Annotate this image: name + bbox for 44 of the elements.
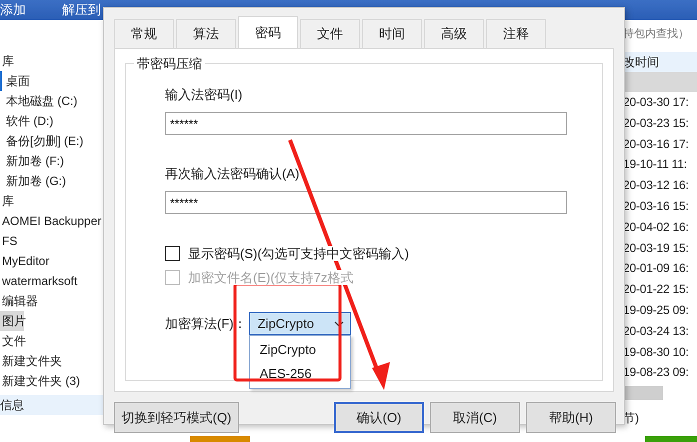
table-cell-text: 20-03-16 17: xyxy=(623,136,690,153)
checkbox-label: 显示密码(S)(勾选可支持中文密码输入) xyxy=(188,246,409,260)
table-cell-text: 20-03-24 13: xyxy=(623,322,690,340)
table-cell-text: 20-03-12 16: xyxy=(623,177,690,194)
chevron-down-icon xyxy=(334,320,344,326)
dropdown-option[interactable]: ZipCrypto xyxy=(250,338,350,362)
table-cell-text: 19-08-23 09: xyxy=(623,364,690,382)
table-cell-text: 20-03-16 15: xyxy=(623,198,690,215)
table-cell-text: 20-03-30 17: xyxy=(623,94,690,111)
checkbox[interactable] xyxy=(165,246,180,260)
table-cell-text: 20-01-09 16: xyxy=(623,260,690,278)
taskbar-indicator xyxy=(190,436,250,442)
group-title: 带密码压缩 xyxy=(134,55,205,73)
password-field[interactable]: ****** xyxy=(165,112,567,135)
table-cell-text: 20-03-23 15: xyxy=(623,114,690,132)
table-cell-text: 19-10-11 11: xyxy=(623,156,688,174)
table-cell-text: 20-01-22 15: xyxy=(623,281,690,298)
password-field[interactable]: ****** xyxy=(165,191,567,214)
tree-item[interactable]: 图片 xyxy=(0,311,24,331)
field-label: 加密算法(F)： xyxy=(165,314,247,332)
dialog-button[interactable]: 切换到轻巧模式(Q) xyxy=(114,402,239,433)
table-cell-text: 20-03-19 15: xyxy=(623,240,690,257)
dialog-button[interactable]: 确认(O) xyxy=(334,402,424,433)
dialog-button[interactable]: 取消(C) xyxy=(430,402,520,433)
toolbar-button[interactable]: 解压到 xyxy=(62,1,105,19)
dropdown[interactable]: ZipCrypto xyxy=(248,312,351,335)
scrollbar[interactable] xyxy=(623,386,663,400)
tab[interactable]: 时间 xyxy=(362,19,422,48)
tab[interactable]: 文件 xyxy=(300,19,360,48)
dialog-button[interactable]: 帮助(H) xyxy=(526,402,616,433)
table-row[interactable] xyxy=(623,72,697,92)
tab[interactable]: 算法 xyxy=(176,19,236,48)
table-cell-text: 19-09-25 09: xyxy=(623,302,690,319)
tab[interactable]: 密码 xyxy=(238,16,298,48)
field-label: 再次输入法密码确认(A) xyxy=(165,165,300,183)
checkbox-label: 加密文件名(E)(仅支持7z格式 xyxy=(188,270,354,284)
tab[interactable]: 注释 xyxy=(486,19,546,48)
table-cell-text: 19-08-30 10: xyxy=(623,344,690,361)
tab[interactable]: 高级 xyxy=(424,19,484,48)
table-cell-text: 20-04-02 16: xyxy=(623,218,690,236)
tab[interactable]: 常规 xyxy=(114,19,174,48)
dropdown-option[interactable]: AES-256 xyxy=(250,362,350,386)
toolbar-button[interactable]: 添加 xyxy=(0,1,44,19)
field-label: 输入法密码(I) xyxy=(165,86,244,104)
